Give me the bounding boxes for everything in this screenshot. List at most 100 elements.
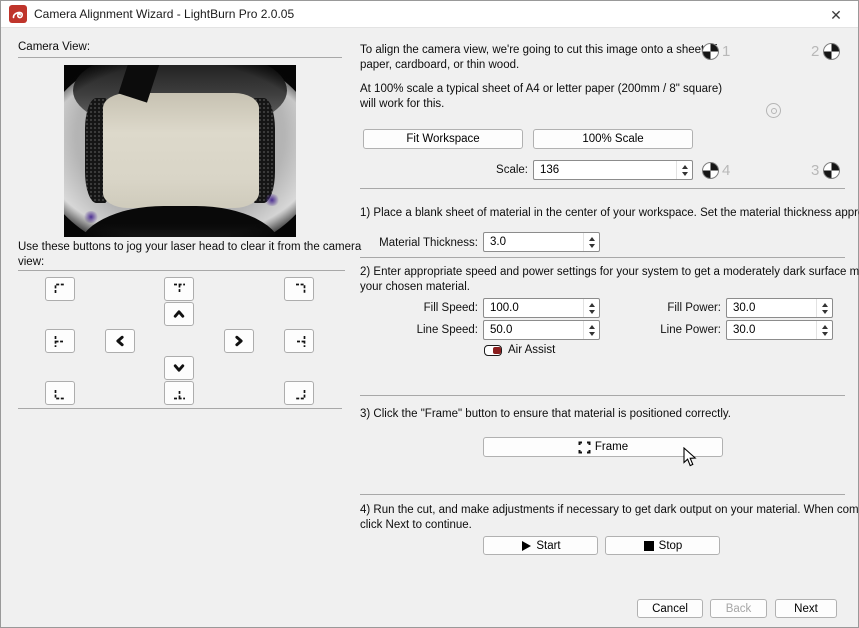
jog-left-button[interactable] [105,329,135,353]
jog-corner-bottom-right-button[interactable] [284,381,314,405]
air-assist-knob [492,346,501,354]
step3-text: 3) Click the "Frame" button to ensure th… [360,408,731,420]
close-icon[interactable]: ✕ [826,5,846,25]
intro2-line1: At 100% scale a typical sheet of A4 or l… [360,83,723,95]
registration-marker-4-icon [702,162,719,179]
spinner-arrows-icon[interactable] [583,299,599,317]
camera-view-label: Camera View: [18,41,91,53]
material-thickness-value[interactable]: 3.0 [484,233,583,251]
air-assist-label: Air Assist [508,344,556,356]
material-thickness-input[interactable]: 3.0 [483,232,600,252]
registration-marker-3-icon [823,162,840,179]
spinner-arrows-icon[interactable] [816,299,832,317]
lightburn-logo-icon [9,5,27,23]
title-bar: Camera Alignment Wizard - LightBurn Pro … [1,1,858,28]
line-power-value[interactable]: 30.0 [727,321,816,339]
fisheye-vignette [64,65,296,237]
scale-input[interactable]: 136 [533,160,693,180]
divider [18,270,345,271]
camera-alignment-wizard-window: Camera Alignment Wizard - LightBurn Pro … [0,0,859,628]
chevron-right-icon [235,335,243,347]
bottom-edge-icon [173,390,185,399]
scale-label: Scale: [496,164,528,176]
marker-number-3: 3 [811,162,820,179]
spinner-arrows-icon[interactable] [676,161,692,179]
jog-right-button[interactable] [224,329,254,353]
corner-top-left-icon [54,283,64,293]
chevron-left-icon [116,335,124,347]
fill-power-input[interactable]: 30.0 [726,298,833,318]
jog-corner-top-right-button[interactable] [284,277,314,301]
jog-bottom-edge-button[interactable] [164,381,194,405]
material-thickness-label: Material Thickness: [379,237,478,249]
play-icon [520,540,532,552]
spinner-arrows-icon[interactable] [583,233,599,251]
registration-marker-1-icon [702,43,719,60]
fill-power-label: Fill Power: [667,302,721,314]
intro-line2: paper, cardboard, or thin wood. [360,59,520,71]
step4-line2: click Next to continue. [360,519,472,531]
divider [360,494,845,495]
marker-number-4: 4 [722,162,731,179]
jog-instruction-line2: view: [18,256,45,268]
jog-right-edge-button[interactable] [284,329,314,353]
divider [18,408,342,409]
line-speed-value[interactable]: 50.0 [484,321,583,339]
corner-bottom-left-icon [54,389,64,399]
center-target-icon [766,103,781,118]
marker-number-2: 2 [811,43,820,60]
corner-top-right-icon [295,283,305,293]
divider [360,395,845,396]
next-button[interactable]: Next [775,599,837,618]
stop-square-icon [643,540,655,552]
mouse-cursor [683,447,697,467]
start-button-label: Start [536,539,561,552]
divider [360,257,845,258]
marker-number-1: 1 [722,43,731,60]
left-edge-icon [54,335,63,347]
back-button[interactable]: Back [710,599,767,618]
right-edge-icon [296,335,305,347]
frame-button-label: Frame [594,441,629,453]
step2-line2: your chosen material. [360,281,470,293]
jog-up-button[interactable] [164,302,194,326]
line-speed-input[interactable]: 50.0 [483,320,600,340]
top-edge-icon [173,283,185,292]
step2-line1: 2) Enter appropriate speed and power set… [360,266,859,278]
intro-line1: To align the camera view, we're going to… [360,44,717,56]
fill-speed-label: Fill Speed: [423,302,478,314]
jog-down-button[interactable] [164,356,194,380]
fill-speed-value[interactable]: 100.0 [484,299,583,317]
line-power-input[interactable]: 30.0 [726,320,833,340]
jog-instruction-line1: Use these buttons to jog your laser head… [18,241,362,253]
frame-brackets-icon [578,441,591,454]
fit-workspace-button[interactable]: Fit Workspace [363,129,523,149]
fill-power-value[interactable]: 30.0 [727,299,816,317]
step1-text: 1) Place a blank sheet of material in th… [360,207,859,219]
intro2-line2: will work for this. [360,98,445,110]
divider [360,188,845,189]
cancel-button[interactable]: Cancel [637,599,703,618]
jog-left-edge-button[interactable] [45,329,75,353]
spinner-arrows-icon[interactable] [816,321,832,339]
registration-marker-2-icon [823,43,840,60]
stop-button-label: Stop [658,539,683,552]
corner-bottom-right-icon [295,389,305,399]
air-assist-toggle[interactable] [484,345,502,356]
stop-button[interactable]: Stop [605,536,720,555]
scale-value[interactable]: 136 [534,161,676,179]
line-speed-label: Line Speed: [416,324,478,336]
spinner-arrows-icon[interactable] [583,321,599,339]
jog-corner-bottom-left-button[interactable] [45,381,75,405]
fill-speed-input[interactable]: 100.0 [483,298,600,318]
scale-100-button[interactable]: 100% Scale [533,129,693,149]
step4-line1: 4) Run the cut, and make adjustments if … [360,504,859,516]
window-title: Camera Alignment Wizard - LightBurn Pro … [34,7,295,21]
jog-corner-top-left-button[interactable] [45,277,75,301]
camera-view-image [64,65,296,237]
chevron-down-icon [173,364,185,372]
chevron-up-icon [173,310,185,318]
line-power-label: Line Power: [660,324,721,336]
jog-top-edge-button[interactable] [164,277,194,301]
start-button[interactable]: Start [483,536,598,555]
